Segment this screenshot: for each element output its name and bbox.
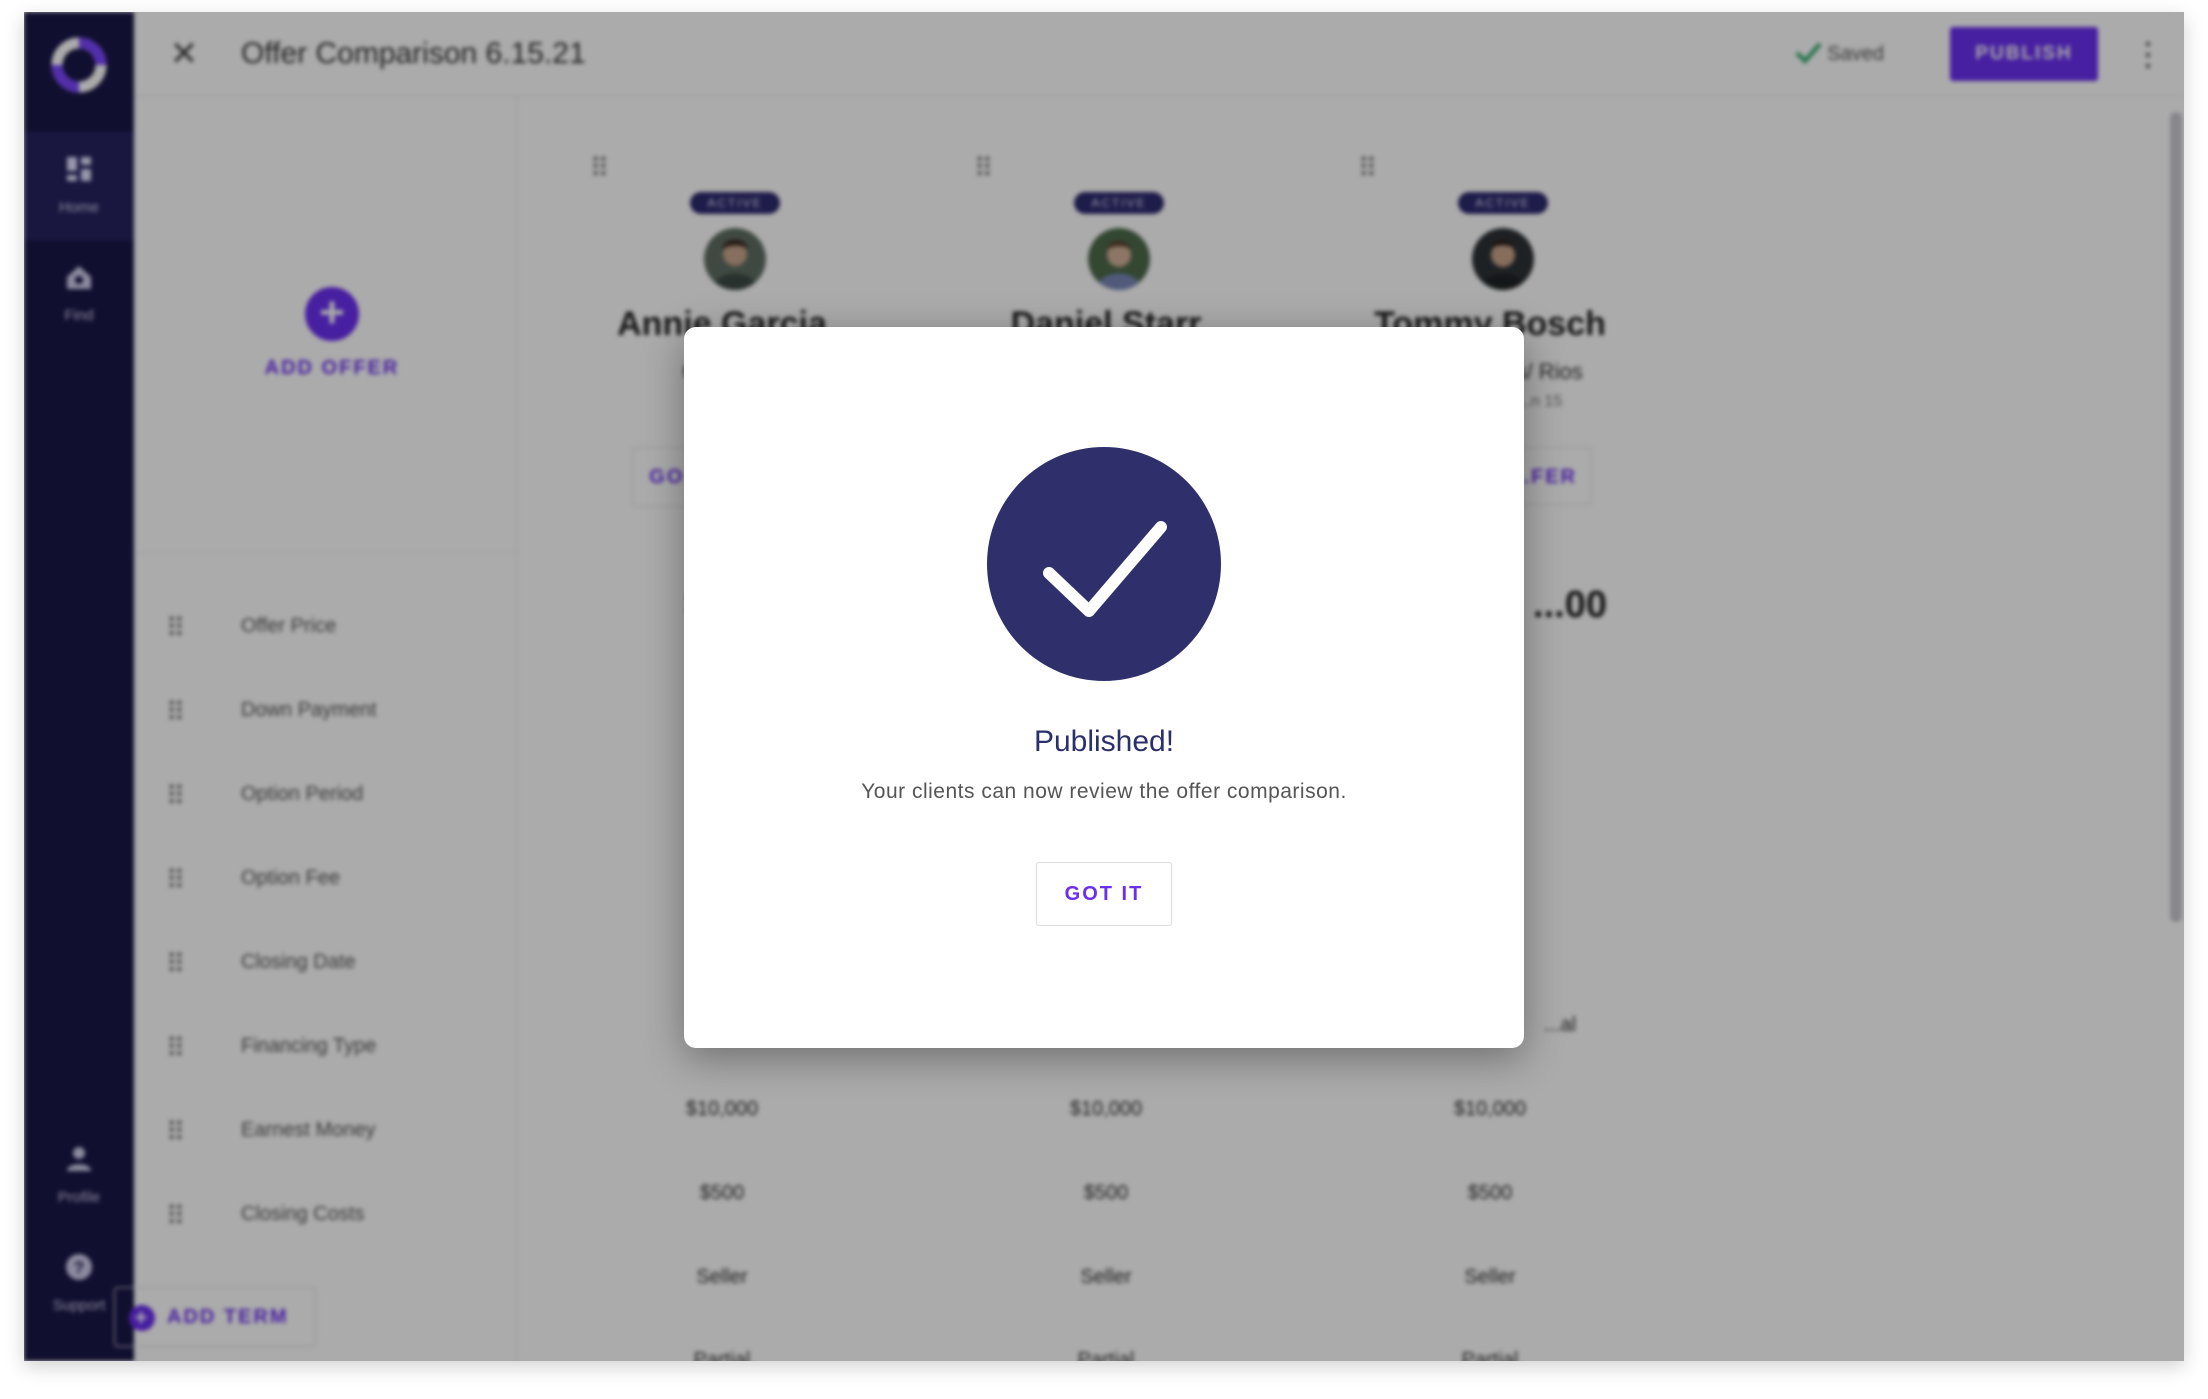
published-dialog: Published! Your clients can now review t… [684, 327, 1524, 1048]
success-check-icon [987, 447, 1221, 681]
dialog-message: Your clients can now review the offer co… [861, 780, 1347, 803]
dialog-title: Published! [1033, 725, 1175, 758]
got-it-button[interactable]: GOT IT [1036, 862, 1172, 926]
